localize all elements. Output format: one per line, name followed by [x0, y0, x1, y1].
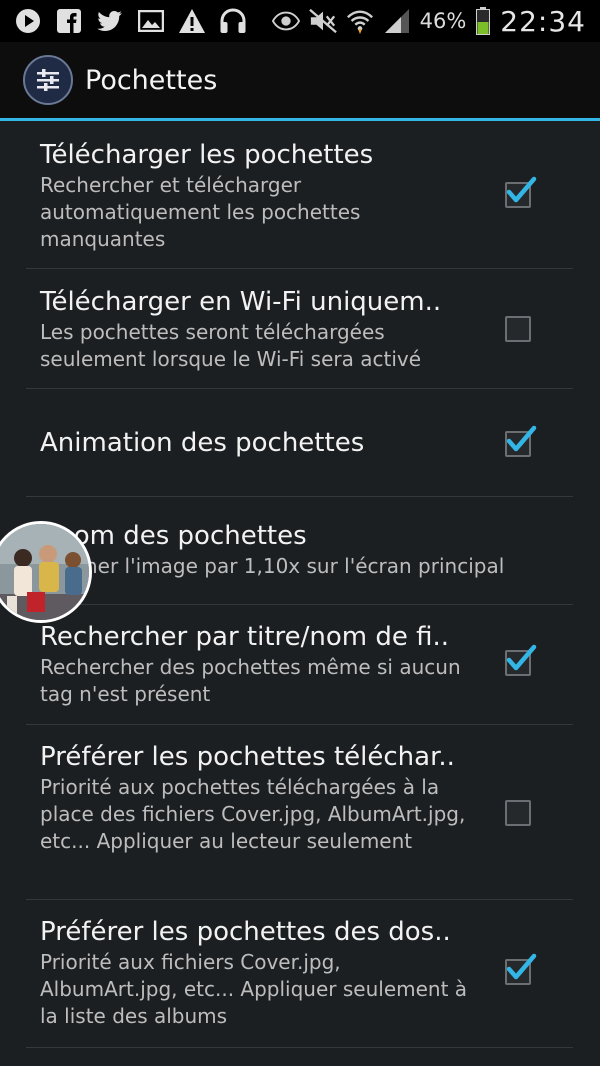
pref-summary: Rechercher des pochettes même si aucun t…: [40, 655, 461, 706]
pref-cover-animation[interactable]: Animation des pochettes: [26, 389, 573, 497]
pref-prefer-folder-covers[interactable]: Préférer les pochettes des dos.. Priorit…: [26, 900, 573, 1048]
notification-icons: [0, 7, 247, 35]
checkbox-checked[interactable]: [505, 425, 537, 457]
battery-percent: 46%: [419, 9, 467, 33]
clock: 22:34: [500, 4, 586, 38]
wifi-icon: [346, 7, 374, 35]
status-bar: 46% 22:34: [0, 0, 600, 42]
warning-icon: [178, 7, 206, 35]
checkbox-checked[interactable]: [505, 176, 537, 208]
pref-download-covers[interactable]: Télécharger les pochettes Rechercher et …: [26, 121, 573, 269]
signal-icon: [383, 7, 411, 35]
pref-wifi-only[interactable]: Télécharger en Wi-Fi uniquem.. Les poche…: [26, 269, 573, 389]
pref-title: Préférer les pochettes téléchar..: [40, 742, 455, 772]
headphones-icon: [219, 7, 247, 35]
equalizer-settings-icon[interactable]: [23, 55, 73, 105]
pref-title: Préférer les pochettes des dos..: [40, 917, 451, 947]
eye-icon: [271, 7, 300, 35]
checkbox-unchecked[interactable]: [505, 316, 531, 342]
pref-title: Télécharger les pochettes: [40, 140, 374, 170]
pref-prefer-downloaded[interactable]: Préférer les pochettes téléchar.. Priori…: [26, 725, 573, 900]
checkbox-checked[interactable]: [505, 953, 537, 985]
system-icons: 46% 22:34: [271, 4, 600, 38]
play-icon: [14, 7, 42, 35]
action-bar: Pochettes: [0, 42, 600, 118]
pref-title: Télécharger en Wi-Fi uniquem..: [40, 287, 442, 317]
checkbox-unchecked[interactable]: [505, 800, 531, 826]
page-title: Pochettes: [85, 64, 218, 96]
twitter-icon: [96, 7, 124, 35]
pref-title: Zoom des pochettes: [40, 521, 307, 551]
pref-title: Animation des pochettes: [40, 428, 365, 458]
pref-cover-zoom[interactable]: Zoom des pochettes Zoomer l'image par 1,…: [26, 497, 573, 605]
mute-icon: [308, 7, 337, 35]
pref-summary: Priorité aux fichiers Cover.jpg, AlbumAr…: [40, 950, 468, 1028]
pref-title: Rechercher par titre/nom de fi..: [40, 622, 450, 652]
checkbox-checked[interactable]: [505, 644, 537, 676]
pref-summary: Rechercher et télécharger automatiquemen…: [40, 173, 361, 251]
pref-summary: Priorité aux pochettes téléchargées à la…: [40, 775, 466, 853]
battery-icon: [475, 7, 491, 35]
pref-summary: Les pochettes seront téléchargées seulem…: [40, 320, 422, 371]
pref-summary: Zoomer l'image par 1,10x sur l'écran pri…: [40, 554, 505, 578]
facebook-icon: [55, 7, 83, 35]
image-icon: [137, 7, 165, 35]
pref-search-by-filename[interactable]: Rechercher par titre/nom de fi.. Recherc…: [26, 605, 573, 725]
